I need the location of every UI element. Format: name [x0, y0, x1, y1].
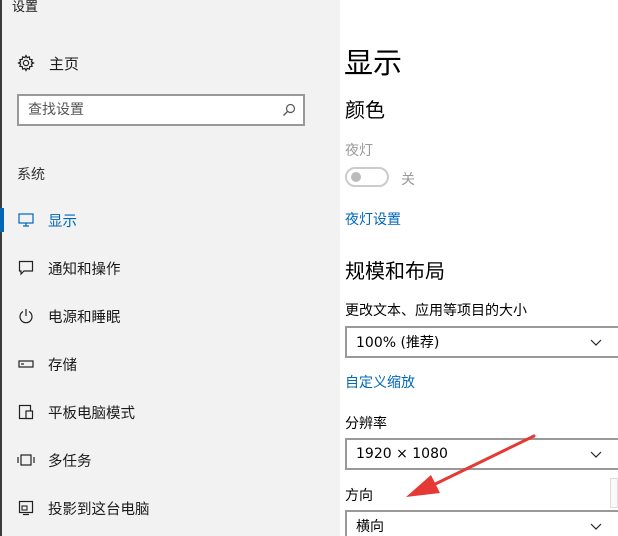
search-input[interactable]	[19, 96, 275, 124]
sidebar-item-label: 投影到这台电脑	[48, 501, 150, 518]
scale-dropdown[interactable]: 100% (推荐)	[345, 326, 618, 358]
toggle-knob	[351, 172, 361, 182]
sidebar-item-label: 通知和操作	[48, 261, 121, 278]
sidebar-item-display[interactable]: 显示	[0, 196, 340, 244]
search-box	[17, 94, 305, 126]
sidebar-item-label: 存储	[48, 357, 77, 374]
project-icon	[17, 499, 35, 517]
orientation-dropdown[interactable]: 横向	[345, 510, 618, 536]
sidebar-home-label: 主页	[49, 54, 80, 73]
section-heading-color: 颜色	[345, 98, 385, 122]
scale-value: 100% (推荐)	[356, 335, 440, 351]
page-title: 显示	[344, 46, 403, 80]
gear-icon	[16, 53, 36, 73]
sidebar-item-label: 显示	[48, 213, 77, 230]
scale-label: 更改文本、应用等项目的大小	[345, 303, 527, 319]
sidebar-item-label: 多任务	[48, 453, 92, 470]
notification-icon	[17, 259, 35, 277]
sidebar-item-tablet-mode[interactable]: 平板电脑模式	[0, 388, 340, 436]
sidebar-item-notifications[interactable]: 通知和操作	[0, 244, 340, 292]
chevron-down-icon	[589, 337, 603, 347]
night-light-settings-link[interactable]: 夜灯设置	[345, 209, 401, 229]
chevron-down-icon	[589, 449, 603, 459]
multitasking-icon	[17, 451, 35, 469]
custom-scaling-link[interactable]: 自定义缩放	[345, 372, 415, 392]
sidebar-item-home[interactable]: 主页	[16, 51, 216, 75]
content-pane: 显示 颜色 夜灯 关 夜灯设置 规模和布局 更改文本、应用等项目的大小 100%…	[340, 0, 618, 536]
search-icon[interactable]	[275, 96, 303, 124]
sidebar-item-label: 平板电脑模式	[48, 405, 135, 422]
sidebar-item-storage[interactable]: 存储	[0, 340, 340, 388]
sidebar-item-label: 电源和睡眠	[48, 309, 121, 326]
orientation-label: 方向	[345, 488, 373, 504]
storage-icon	[17, 355, 35, 373]
sidebar-nav: 显示 通知和操作 电源和睡眠 存储 平板电脑模式 多任务 投影到这台电脑	[0, 196, 340, 532]
night-light-state: 关	[401, 172, 415, 188]
scrollbar-thumb[interactable]	[610, 478, 618, 508]
tablet-mode-icon	[17, 403, 35, 421]
sidebar-item-power-sleep[interactable]: 电源和睡眠	[0, 292, 340, 340]
night-light-toggle[interactable]	[345, 167, 389, 187]
resolution-dropdown[interactable]: 1920 × 1080	[345, 438, 618, 470]
section-heading-scale-layout: 规模和布局	[345, 259, 445, 283]
resolution-label: 分辨率	[345, 416, 387, 432]
window-title: 设置	[12, 0, 39, 15]
sidebar-item-project[interactable]: 投影到这台电脑	[0, 484, 340, 532]
night-light-label: 夜灯	[345, 143, 373, 159]
resolution-value: 1920 × 1080	[356, 446, 448, 462]
settings-window: 设置 主页 系统	[0, 0, 618, 536]
chevron-down-icon	[589, 521, 603, 531]
section-label-system: 系统	[17, 167, 45, 183]
monitor-icon	[17, 211, 35, 229]
sidebar-item-multitasking[interactable]: 多任务	[0, 436, 340, 484]
power-icon	[17, 307, 35, 325]
sidebar: 设置 主页 系统	[0, 0, 340, 536]
orientation-value: 横向	[356, 519, 384, 535]
